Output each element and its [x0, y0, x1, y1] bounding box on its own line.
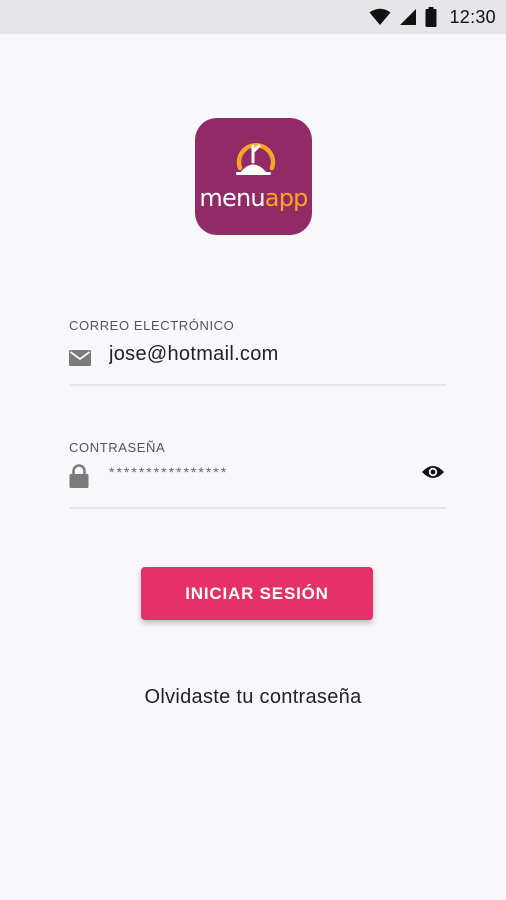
- logo-text-accent: app: [264, 184, 309, 212]
- password-divider: [69, 507, 446, 509]
- clock-cloche-icon: [236, 143, 276, 175]
- status-icons: 12:30: [369, 0, 496, 34]
- status-time: 12:30: [449, 6, 496, 27]
- forgot-password-link[interactable]: Olvidaste tu contraseña: [0, 686, 506, 709]
- password-input[interactable]: [109, 464, 409, 480]
- email-divider: [69, 384, 446, 386]
- email-input[interactable]: [109, 343, 409, 366]
- envelope-icon: [69, 350, 91, 366]
- email-label: CORREO ELECTRÓNICO: [69, 318, 235, 333]
- password-label: CONTRASEÑA: [69, 440, 166, 455]
- wifi-icon: [369, 8, 391, 25]
- signal-icon: [400, 9, 417, 25]
- logo-wordmark: menuapp: [195, 184, 312, 212]
- status-bar: 12:30: [0, 0, 506, 34]
- lock-icon: [69, 464, 89, 488]
- battery-icon: [425, 7, 437, 27]
- login-button[interactable]: INICIAR SESIÓN: [141, 567, 373, 620]
- app-logo: menuapp: [195, 118, 312, 235]
- eye-icon[interactable]: [421, 463, 445, 481]
- logo-text-main: menu: [199, 184, 265, 212]
